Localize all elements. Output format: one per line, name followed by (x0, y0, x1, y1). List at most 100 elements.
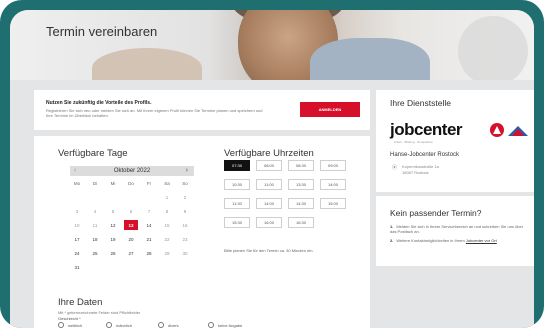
calendar-day[interactable]: 25 (88, 248, 102, 258)
profile-banner: Nutzen Sie zukünftig die Vorteile des Pr… (34, 90, 370, 130)
gender-radio-option[interactable]: divers (158, 322, 179, 328)
item-text: Weitere Kontaktmöglichkeiten in Ihrem (396, 238, 465, 243)
agentur-logo-icon (508, 126, 528, 136)
calendar-day: 2 (183, 194, 187, 200)
gender-radio-group: weiblich männlich divers keine Angabe (58, 322, 358, 328)
calendar-day: 9 (183, 208, 187, 214)
calendar-day[interactable]: 20 (124, 234, 138, 244)
time-slot[interactable]: 13:30 (288, 179, 314, 190)
time-slot[interactable]: 09:00 (320, 160, 346, 171)
calendar-grid: Mo Di Mi Do Fr Sa So 1 2 3 4 5 6 7 8 9 10 11 12 13 14 15 16 17 1… (70, 178, 194, 276)
calendar-day[interactable]: 31 (70, 262, 84, 272)
required-fields-note: Mit * gekennzeichnete Felder sind Pflich… (58, 310, 141, 315)
calendar-week-row: 24 25 26 27 28 29 30 (70, 248, 194, 262)
office-city: 18057 Rostock (402, 170, 429, 175)
login-button[interactable]: ANMELDEN (300, 102, 360, 117)
radio-label: divers (168, 322, 179, 328)
jobcenter-logo: jobcenter (390, 120, 463, 139)
calendar-day[interactable]: 21 (142, 234, 156, 244)
next-month-button[interactable]: › (186, 167, 188, 174)
jobcenter-local-link[interactable]: Jobcenter vor Ort (466, 238, 497, 243)
gender-radio-option[interactable]: keine Angabe (208, 322, 242, 328)
time-slot[interactable]: 08:00 (256, 160, 282, 171)
calendar-weekday: Fr (146, 180, 152, 186)
time-slot[interactable]: 16:00 (256, 217, 282, 228)
office-street: Kopernikusstraße 1a (402, 164, 439, 169)
calendar-day: 5 (111, 208, 115, 214)
calendar-day[interactable]: 12 (106, 220, 120, 230)
time-slot-selected[interactable]: 07:30 (224, 160, 250, 171)
calendar-header: ‹ Oktober 2022 › (70, 166, 194, 176)
calendar-day[interactable]: 18 (88, 234, 102, 244)
available-days-heading: Verfügbare Tage (58, 148, 128, 159)
calendar-day-empty (106, 192, 120, 202)
no-appointment-heading: Kein passender Termin? (390, 208, 482, 218)
jobcenter-logo-mark-icon (490, 123, 504, 137)
calendar-day-empty (70, 192, 84, 202)
radio-circle-icon[interactable] (158, 322, 164, 328)
calendar-day[interactable]: 14 (142, 220, 156, 230)
calendar-weekday-row: Mo Di Mi Do Fr Sa So (70, 178, 194, 192)
calendar-weekday: Di (92, 180, 98, 186)
page-title: Termin vereinbaren (46, 24, 158, 39)
calendar-day: 1 (165, 194, 169, 200)
location-pin-icon: ⦿ (392, 165, 398, 171)
item-number: 2. (390, 238, 394, 243)
calendar-day-empty (142, 262, 156, 272)
calendar-day[interactable]: 24 (70, 248, 84, 258)
calendar-day: 3 (75, 208, 79, 214)
calendar-day-empty (88, 192, 102, 202)
office-heading: Ihre Dienststelle (390, 98, 451, 108)
time-slot[interactable]: 14:30 (288, 198, 314, 209)
time-slot[interactable]: 14:00 (256, 198, 282, 209)
time-slot[interactable]: 11:00 (256, 179, 282, 190)
calendar-day: 6 (129, 208, 133, 214)
no-appointment-item: 1. Melden Sie sich in Ihrem Servicebereic… (390, 224, 528, 234)
calendar-day[interactable]: 27 (124, 248, 138, 258)
time-slot[interactable]: 11:30 (224, 198, 250, 209)
calendar-weekday: Mi (110, 180, 116, 186)
calendar-day-empty (106, 262, 120, 272)
item-text: Melden Sie sich in Ihrem Servicebereich … (390, 224, 524, 234)
calendar-day[interactable]: 17 (70, 234, 84, 244)
radio-circle-icon[interactable] (58, 322, 64, 328)
time-slot[interactable]: 08:30 (288, 160, 314, 171)
time-slot[interactable]: 15:30 (224, 217, 250, 228)
gender-radio-option[interactable]: männlich (106, 322, 132, 328)
time-note: Bitte planen Sie für den Termin ca. 30 M… (224, 248, 314, 253)
gender-label: Geschlecht * (58, 316, 81, 321)
calendar-day: 7 (147, 208, 151, 214)
hero-glass-shape (458, 16, 528, 80)
office-name: Hanse-Jobcenter Rostock (390, 152, 460, 158)
gender-radio-option[interactable]: weiblich (58, 322, 82, 328)
time-slot[interactable]: 15:00 (320, 198, 346, 209)
time-slot[interactable]: 14:00 (320, 179, 346, 190)
calendar-week-row: 3 4 5 6 7 8 9 (70, 206, 194, 220)
calendar-day-empty (160, 262, 174, 272)
calendar-week-row: 12 (70, 192, 194, 206)
appointment-card: Verfügbare Tage Verfügbare Uhrzeiten ‹ O… (34, 136, 370, 328)
available-times-heading: Verfügbare Uhrzeiten (224, 148, 314, 159)
calendar-day-selected[interactable]: 13 (124, 220, 138, 230)
hero-hand-shape (92, 48, 202, 80)
time-slot[interactable]: 10:30 (224, 179, 250, 190)
profile-text: Registrieren Sie sich neu oder melden Si… (46, 108, 263, 118)
calendar-day-empty (178, 262, 192, 272)
calendar-day-empty (142, 192, 156, 202)
calendar-day[interactable]: 19 (106, 234, 120, 244)
calendar-day[interactable]: 28 (142, 248, 156, 258)
no-appointment-item: 2. Weitere Kontaktmöglichkeiten in Ihrem … (390, 238, 528, 243)
calendar-day: 23 (182, 236, 188, 242)
time-slot[interactable]: 16:30 (288, 217, 314, 228)
calendar-day[interactable]: 26 (106, 248, 120, 258)
radio-circle-icon[interactable] (208, 322, 214, 328)
radio-label: keine Angabe (218, 322, 243, 328)
calendar-week-row: 31 (70, 262, 194, 276)
calendar-week-row: 10 11 12 13 14 15 16 (70, 220, 194, 234)
calendar-weekday: Sa (164, 180, 170, 186)
hero-banner: Termin vereinbaren (10, 10, 534, 80)
calendar-day: 8 (165, 208, 169, 214)
calendar-weekday: Do (128, 180, 134, 186)
your-data-heading: Ihre Daten (58, 297, 103, 308)
radio-circle-icon[interactable] (106, 322, 112, 328)
